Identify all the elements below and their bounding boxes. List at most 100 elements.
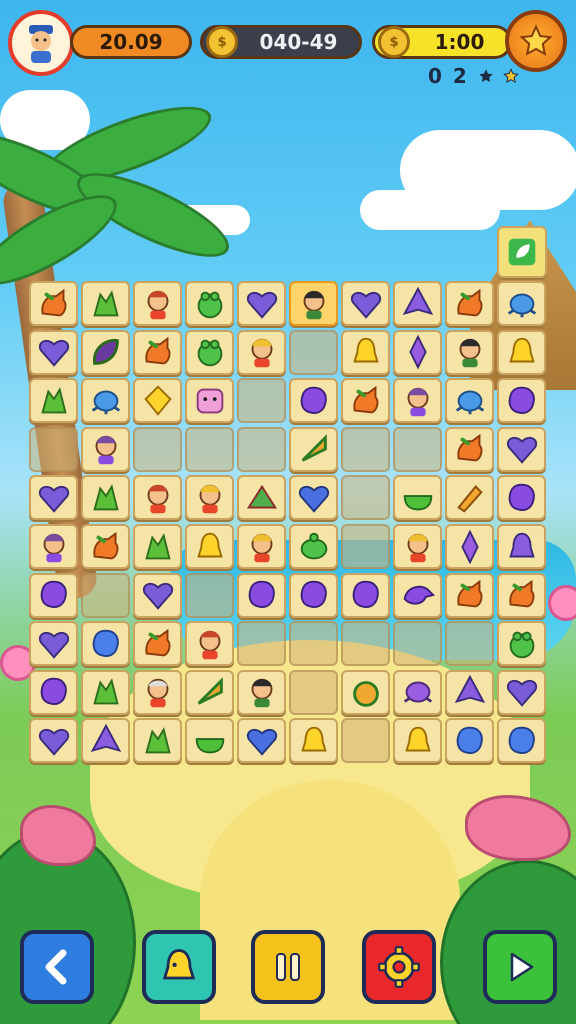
tile-scroll[interactable] — [445, 475, 494, 521]
tile-crab-blue[interactable] — [81, 378, 130, 424]
back-button[interactable] — [20, 930, 94, 1004]
empty-slot — [81, 572, 130, 618]
tile-cactus[interactable] — [29, 378, 78, 424]
tile-person-dark[interactable] — [445, 329, 494, 375]
bell-purple-icon — [508, 532, 535, 557]
tile-blob-purple[interactable] — [497, 378, 546, 424]
tile-person-blond[interactable] — [237, 524, 286, 569]
tile-person-purple[interactable] — [29, 524, 78, 569]
person-purple-icon — [43, 533, 64, 562]
coin-icon: $ — [378, 26, 410, 58]
tile-blob-purple[interactable] — [29, 669, 78, 715]
tile-blob-blue[interactable] — [497, 718, 546, 764]
tile-blob-blue[interactable] — [445, 718, 494, 764]
tile-person-blond[interactable] — [237, 329, 286, 375]
tile-leaf-purple[interactable] — [81, 329, 130, 375]
tile-crystal[interactable] — [445, 524, 494, 569]
tile-bell-yellow[interactable] — [341, 329, 390, 375]
tile-person-red[interactable] — [185, 621, 234, 667]
tile-person-dark[interactable] — [237, 669, 286, 715]
tile-bell-yellow[interactable] — [393, 718, 442, 764]
tile-fox[interactable] — [81, 524, 130, 569]
tile-apple[interactable] — [341, 669, 390, 715]
tile-slice[interactable] — [185, 669, 234, 715]
tile-bell-purple[interactable] — [497, 524, 546, 569]
tile-frog[interactable] — [185, 281, 234, 326]
person-blond-icon — [251, 338, 272, 368]
tile-heart-violet[interactable] — [29, 329, 78, 375]
tile-blob-purple[interactable] — [29, 572, 78, 618]
tile-gem-yellow[interactable] — [133, 378, 182, 424]
tile-blob-purple[interactable] — [289, 378, 338, 424]
person-purple-icon — [407, 387, 428, 416]
tile-fox[interactable] — [497, 572, 546, 618]
tile-bell-yellow[interactable] — [185, 524, 234, 569]
hint-button[interactable] — [142, 930, 216, 1004]
tile-slice[interactable] — [289, 426, 338, 472]
tile-shell[interactable] — [237, 475, 286, 521]
tile-blob-purple[interactable] — [237, 572, 286, 618]
tile-cactus[interactable] — [81, 281, 130, 326]
tile-bell-yellow[interactable] — [289, 718, 338, 764]
tile-crab-blue[interactable] — [445, 378, 494, 424]
tile-gem-purple[interactable] — [393, 281, 442, 326]
tile-heart-violet[interactable] — [29, 621, 78, 667]
tile-heart-violet[interactable] — [133, 572, 182, 618]
tile-fox[interactable] — [133, 329, 182, 375]
tile-fox[interactable] — [445, 426, 494, 472]
score-bar: $ 1:00 — [372, 25, 512, 59]
tile-crab-purple[interactable] — [393, 669, 442, 715]
tile-blob-purple[interactable] — [289, 572, 338, 618]
tile-fox[interactable] — [133, 621, 182, 667]
tile-heart-violet[interactable] — [341, 281, 390, 326]
hint-tile[interactable] — [497, 226, 547, 278]
tile-crab-blue[interactable] — [497, 281, 546, 326]
tile-cactus[interactable] — [133, 524, 182, 569]
tile-person-purple[interactable] — [393, 378, 442, 424]
tile-person-purple[interactable] — [81, 426, 130, 472]
tile-bowl[interactable] — [393, 475, 442, 521]
player-avatar[interactable] — [8, 10, 74, 76]
tile-person-blond[interactable] — [393, 524, 442, 569]
tile-gem-purple[interactable] — [445, 669, 494, 715]
tile-blob-blue[interactable] — [81, 621, 130, 667]
tile-bird-purple[interactable] — [393, 572, 442, 618]
pink-dinosaur — [465, 795, 571, 861]
tile-person-red[interactable] — [133, 281, 182, 326]
fox-icon — [456, 579, 482, 608]
tile-person-old[interactable] — [133, 669, 182, 715]
tile-heart-violet[interactable] — [497, 669, 546, 715]
tile-fox[interactable] — [29, 281, 78, 326]
tile-heart-violet[interactable] — [29, 718, 78, 764]
tile-heart-blue[interactable] — [237, 718, 286, 764]
tile-heart-violet[interactable] — [497, 426, 546, 472]
tile-cactus[interactable] — [133, 718, 182, 764]
pause-button[interactable] — [251, 930, 325, 1004]
tile-blob-purple[interactable] — [497, 475, 546, 521]
tile-person-blond[interactable] — [185, 475, 234, 521]
tile-cactus[interactable] — [81, 475, 130, 521]
tile-fox[interactable] — [445, 572, 494, 618]
tile-heart-violet[interactable] — [237, 281, 286, 326]
tile-fox[interactable] — [445, 281, 494, 326]
tile-frog[interactable] — [497, 621, 546, 667]
star-button[interactable] — [505, 10, 567, 72]
tile-person-red[interactable] — [133, 475, 182, 521]
tile-bell-yellow[interactable] — [497, 329, 546, 375]
tile-fox[interactable] — [341, 378, 390, 424]
tile-turtle[interactable] — [289, 524, 338, 569]
tile-bowl[interactable] — [185, 718, 234, 764]
tile-blob-purple[interactable] — [341, 572, 390, 618]
tile-cactus[interactable] — [81, 669, 130, 715]
tile-crystal[interactable] — [393, 329, 442, 375]
tile-heart-blue[interactable] — [289, 475, 338, 521]
fox-icon — [144, 336, 170, 365]
chevron-left-icon — [45, 949, 67, 985]
tile-gem-purple[interactable] — [81, 718, 130, 764]
play-button[interactable] — [483, 930, 557, 1004]
tile-heart-violet[interactable] — [29, 475, 78, 521]
tile-monster-pink[interactable] — [185, 378, 234, 424]
settings-button[interactable] — [362, 930, 436, 1004]
tile-person-dark[interactable] — [289, 281, 338, 326]
tile-frog[interactable] — [185, 329, 234, 375]
